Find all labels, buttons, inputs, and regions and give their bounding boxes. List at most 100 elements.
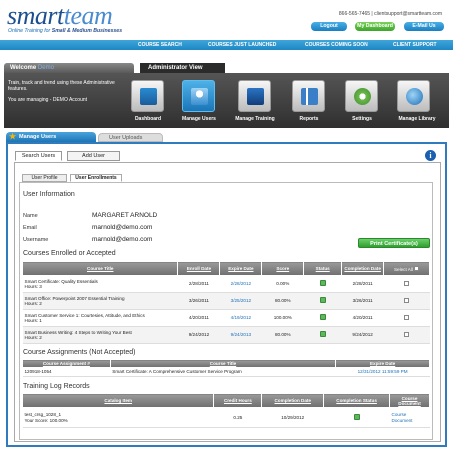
user-uploads-tab[interactable]: User Uploads xyxy=(98,133,163,142)
dashboard-icon[interactable] xyxy=(131,80,164,112)
course-assignments-table: Course Assignment # Course Title Expire … xyxy=(22,359,430,377)
manage-users-tab[interactable]: ★ Manage Users xyxy=(6,132,96,142)
site-header: smartteam Online Training for Small & Me… xyxy=(0,0,453,40)
score: 80.00% xyxy=(261,292,304,310)
add-user-tab[interactable]: Add User xyxy=(67,151,120,161)
name-value: MARGARET ARNOLD xyxy=(92,212,158,219)
col-assignment-expire[interactable]: Expire Date xyxy=(335,359,430,368)
enroll-date: 9/24/2012 xyxy=(177,326,220,344)
course-assignments-heading: Course Assignments (Not Accepted) xyxy=(23,349,136,356)
col-log-completion-date[interactable]: Completion Date xyxy=(261,393,325,408)
complete-status-icon xyxy=(353,413,360,420)
table-row: Smart Business Writing: 4 Steps to Writi… xyxy=(22,326,430,344)
complete-status-icon xyxy=(319,331,326,338)
welcome-label: Welcome xyxy=(10,65,37,71)
assignment-expire[interactable]: 12/31/2012 11:59:59 PM xyxy=(335,367,430,377)
dash-label-dashboard[interactable]: Dashboard xyxy=(123,116,173,122)
dashboard-text: Train, track and trend using these Admin… xyxy=(8,80,118,103)
nav-client-support[interactable]: CLIENT SUPPORT xyxy=(393,40,437,50)
completion-date: 2/28/2011 xyxy=(341,275,384,293)
training-icon[interactable] xyxy=(238,80,271,112)
log-completion-date: 10/29/2012 xyxy=(261,407,324,428)
col-completion-date[interactable]: Completion Date xyxy=(341,261,385,276)
dash-label-manage-training[interactable]: Manage Training xyxy=(230,116,280,122)
course-hours: Hours: 1 xyxy=(24,318,42,323)
course-hours: Hours: 2 xyxy=(24,335,42,340)
status-cell xyxy=(303,275,342,293)
select-cell xyxy=(383,275,430,293)
select-cell xyxy=(383,326,430,344)
logout-button[interactable]: Logout xyxy=(311,22,347,31)
tagline-prefix: Online Training for xyxy=(8,28,52,34)
users-icon[interactable] xyxy=(182,80,215,112)
tagline: Online Training for Small & Medium Busin… xyxy=(8,28,122,34)
expire-date[interactable]: 4/19/2012 xyxy=(219,309,262,327)
reports-icon[interactable] xyxy=(292,80,325,112)
col-course-title[interactable]: Course Title xyxy=(21,261,179,276)
col-catalog-item[interactable]: Catalog Item xyxy=(21,393,215,408)
row-select-checkbox[interactable] xyxy=(404,314,410,320)
expire-date[interactable]: 3/25/2012 xyxy=(219,292,262,310)
select-all-checkbox[interactable] xyxy=(414,265,420,271)
user-information-heading: User Information xyxy=(23,191,75,198)
user-profile-tab[interactable]: User Profile xyxy=(22,174,67,182)
search-users-tab[interactable]: Search Users xyxy=(15,151,62,161)
table-row: test_crsg_1028_1 Your Score: 100.00% 0.25… xyxy=(22,407,430,428)
print-certificates-button[interactable]: Print Certificate(s) xyxy=(358,238,430,248)
name-label: Name xyxy=(23,213,38,219)
library-icon[interactable] xyxy=(397,80,430,112)
logo-main: smart xyxy=(7,1,64,30)
status-cell xyxy=(303,292,342,310)
expire-date[interactable]: 9/24/2013 xyxy=(219,326,262,344)
email-value: marnold@demo.com xyxy=(92,224,153,231)
logo[interactable]: smartteam xyxy=(7,1,113,30)
col-enroll-date[interactable]: Enroll Date xyxy=(177,261,221,276)
nav-courses-just-launched[interactable]: COURSES JUST LAUNCHED xyxy=(208,40,276,50)
col-assignment-title[interactable]: Course Title xyxy=(109,359,337,368)
course-document-link[interactable]: Course Document xyxy=(389,407,430,428)
col-completion-status[interactable]: Completion Status xyxy=(323,393,391,408)
dash-label-reports[interactable]: Reports xyxy=(284,116,334,122)
status-cell xyxy=(303,309,342,327)
row-select-checkbox[interactable] xyxy=(404,331,410,337)
info-icon[interactable]: i xyxy=(425,150,436,161)
col-status[interactable]: Status xyxy=(303,261,343,276)
dash-label-settings[interactable]: Settings xyxy=(337,116,387,122)
enrolled-courses-table: Course Title Enroll Date Expire Date Sco… xyxy=(21,261,430,344)
logo-accent: team xyxy=(63,1,113,30)
user-enrollments-tab[interactable]: User Enrollments xyxy=(70,174,122,182)
col-credit-hours[interactable]: Credit Hours xyxy=(213,393,263,408)
email-label: Email xyxy=(23,225,37,231)
nav-course-search[interactable]: COURSE SEARCH xyxy=(138,40,182,50)
completion-date: 3/26/2011 xyxy=(341,292,384,310)
score: 0.00% xyxy=(261,275,304,293)
settings-icon[interactable] xyxy=(345,80,378,112)
col-select-all[interactable]: Select All xyxy=(383,261,430,276)
select-cell xyxy=(383,309,430,327)
row-select-checkbox[interactable] xyxy=(404,297,410,303)
nav-courses-coming-soon[interactable]: COURSES COMING SOON xyxy=(305,40,368,50)
email-us-button[interactable]: E-Mail Us xyxy=(404,22,444,31)
table-row: Smart Office: Powerpoint 2007 Essential … xyxy=(22,292,430,310)
complete-status-icon xyxy=(319,280,326,287)
completion-date: 4/20/2011 xyxy=(341,309,384,327)
administrator-view-tab[interactable]: Administrator View xyxy=(140,63,225,73)
completion-status-cell xyxy=(323,407,390,428)
main-nav: COURSE SEARCH COURSES JUST LAUNCHED COUR… xyxy=(0,40,453,50)
my-dashboard-button[interactable]: My Dashboard xyxy=(355,22,395,31)
col-expire-date[interactable]: Expire Date xyxy=(219,261,263,276)
dash-label-manage-users[interactable]: Manage Users xyxy=(174,116,224,122)
dash-label-manage-library[interactable]: Manage Library xyxy=(392,116,442,122)
row-select-checkbox[interactable] xyxy=(404,280,410,286)
welcome-tab: Welcome Demo xyxy=(4,63,134,73)
username-label: Username xyxy=(23,237,49,243)
expire-date[interactable]: 2/28/2012 xyxy=(219,275,262,293)
course-title-cell: Smart Customer Service 1: Courtesies, At… xyxy=(22,309,178,327)
col-score[interactable]: Score xyxy=(261,261,305,276)
username-value: marnold@demo.com xyxy=(92,236,153,243)
col-assignment-number[interactable]: Course Assignment # xyxy=(22,359,111,368)
col-course-document[interactable]: Course Document xyxy=(389,393,430,408)
catalog-item-cell: test_crsg_1028_1 Your Score: 100.00% xyxy=(22,407,214,428)
course-hours: Hours: 3 xyxy=(24,284,42,289)
score: 100.00% xyxy=(261,309,304,327)
